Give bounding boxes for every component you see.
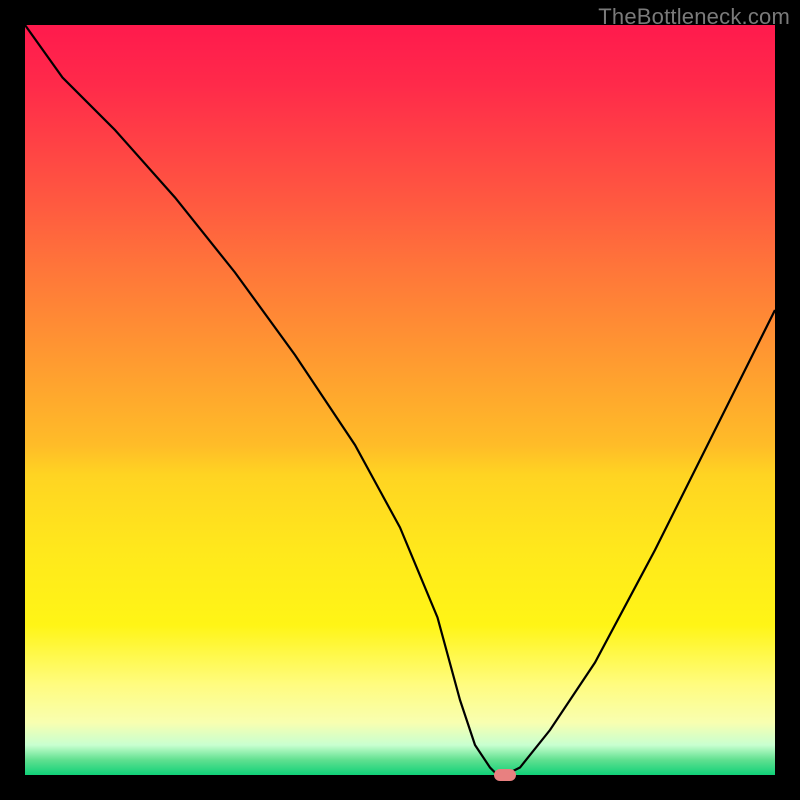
chart-container: TheBottleneck.com xyxy=(0,0,800,800)
watermark-text: TheBottleneck.com xyxy=(598,4,790,30)
optimal-marker xyxy=(494,769,516,781)
plot-gradient-background xyxy=(25,25,775,775)
